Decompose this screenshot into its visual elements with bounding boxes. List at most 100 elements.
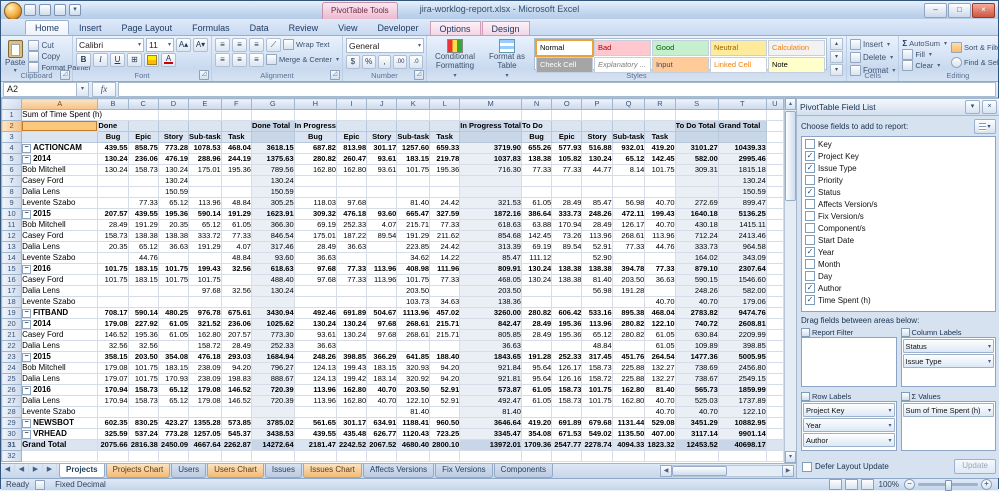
cell[interactable]: 5005.95 bbox=[718, 352, 766, 363]
cell[interactable]: 10439.33 bbox=[718, 143, 766, 154]
cell[interactable]: 132.27 bbox=[645, 363, 675, 374]
cell[interactable]: 113.96 bbox=[645, 231, 675, 242]
cell[interactable]: 3117.14 bbox=[675, 429, 718, 440]
cell[interactable] bbox=[766, 341, 783, 352]
font-size-combo[interactable]: 11▾ bbox=[146, 38, 174, 52]
accounting-format-button[interactable]: $ bbox=[346, 55, 360, 69]
cell[interactable]: 796.27 bbox=[251, 363, 294, 374]
cell[interactable] bbox=[367, 110, 397, 121]
cell[interactable]: 65.12 bbox=[612, 154, 645, 165]
row-header-15[interactable]: 15 bbox=[2, 264, 22, 275]
cell[interactable] bbox=[766, 319, 783, 330]
cell[interactable] bbox=[552, 297, 582, 308]
cell[interactable]: 138.38 bbox=[521, 154, 551, 165]
cell[interactable]: 61.05 bbox=[221, 220, 251, 231]
formula-input[interactable] bbox=[118, 82, 996, 97]
cell[interactable]: 40.70 bbox=[645, 198, 675, 209]
cell[interactable]: 2608.81 bbox=[718, 319, 766, 330]
row-header-6[interactable]: 6 bbox=[2, 165, 22, 176]
cell[interactable]: 150.59 bbox=[251, 187, 294, 198]
cell[interactable] bbox=[766, 143, 783, 154]
cell[interactable]: 40.70 bbox=[675, 407, 718, 418]
cell[interactable]: 158.73 bbox=[98, 231, 128, 242]
cell[interactable]: 101.75 bbox=[397, 275, 430, 286]
row-labels-box[interactable]: Project Key▾Year▾Author▾ bbox=[801, 401, 897, 451]
cell[interactable]: 138.38 bbox=[552, 264, 582, 275]
column-header-L[interactable]: L bbox=[430, 99, 460, 110]
cell[interactable]: 3101.27 bbox=[675, 143, 718, 154]
pivot-row-label[interactable]: Levente Szabo bbox=[22, 253, 98, 264]
area-field-status[interactable]: Status▾ bbox=[903, 339, 995, 353]
cell[interactable]: 65.12 bbox=[582, 330, 612, 341]
cell[interactable] bbox=[430, 341, 460, 352]
cell[interactable]: 565.73 bbox=[675, 385, 718, 396]
cell[interactable]: 162.80 bbox=[612, 396, 645, 407]
cell[interactable]: 130.24 bbox=[336, 319, 366, 330]
row-header-17[interactable]: 17 bbox=[2, 286, 22, 297]
cell[interactable] bbox=[552, 253, 582, 264]
cell[interactable]: 333.72 bbox=[189, 231, 222, 242]
cell[interactable]: 691.89 bbox=[552, 418, 582, 429]
row-header-3[interactable]: 3 bbox=[2, 132, 22, 143]
cell[interactable]: 130.24 bbox=[98, 154, 128, 165]
cell[interactable]: 36.63 bbox=[158, 242, 188, 253]
pivot-row-label[interactable]: −NEWSBOT bbox=[22, 418, 98, 429]
cell[interactable]: 723.25 bbox=[430, 429, 460, 440]
font-color-button[interactable]: A bbox=[161, 53, 176, 67]
pivot-row-label[interactable]: −2015 bbox=[22, 352, 98, 363]
field-checkbox[interactable]: ✓ bbox=[805, 187, 815, 197]
cell[interactable]: 268.61 bbox=[397, 319, 430, 330]
cell[interactable] bbox=[521, 407, 551, 418]
collapse-icon[interactable]: − bbox=[22, 144, 31, 153]
cell[interactable]: 394.78 bbox=[612, 264, 645, 275]
row-header-30[interactable]: 30 bbox=[2, 429, 22, 440]
cell[interactable]: 65.12 bbox=[158, 385, 188, 396]
decrease-decimal-button[interactable]: .0 bbox=[409, 55, 423, 69]
cell[interactable]: 191.28 bbox=[521, 352, 551, 363]
cell[interactable] bbox=[552, 176, 582, 187]
cell[interactable]: 130.24 bbox=[251, 176, 294, 187]
row-header-13[interactable]: 13 bbox=[2, 242, 22, 253]
cell[interactable]: 195.36 bbox=[221, 165, 251, 176]
cell[interactable]: 606.42 bbox=[552, 308, 582, 319]
cell[interactable]: 327.59 bbox=[430, 209, 460, 220]
pivot-subheader[interactable]: Sub-task bbox=[397, 132, 430, 143]
insert-function-button[interactable]: fx bbox=[92, 82, 116, 97]
pivot-col-header[interactable]: To Do bbox=[521, 121, 551, 132]
align-top-icon[interactable]: ≡ bbox=[215, 38, 230, 52]
cell[interactable]: 28.49 bbox=[582, 220, 612, 231]
row-header-10[interactable]: 10 bbox=[2, 209, 22, 220]
pivot-row-label[interactable]: −2014 bbox=[22, 154, 98, 165]
cell[interactable] bbox=[521, 297, 551, 308]
bold-button[interactable]: B bbox=[76, 53, 91, 67]
cell[interactable]: 34.63 bbox=[430, 297, 460, 308]
cell[interactable] bbox=[766, 363, 783, 374]
cell[interactable] bbox=[460, 110, 522, 121]
cell[interactable]: 665.47 bbox=[397, 209, 430, 220]
pivot-col-header[interactable] bbox=[128, 121, 158, 132]
cell[interactable]: 195.36 bbox=[430, 165, 460, 176]
cell[interactable]: 2075.66 bbox=[98, 440, 128, 451]
cell[interactable] bbox=[98, 286, 128, 297]
field-item-fix-version-s[interactable]: Fix Version/s bbox=[802, 210, 995, 222]
cell[interactable]: 288.96 bbox=[189, 154, 222, 165]
borders-button[interactable]: ⊞ bbox=[127, 53, 142, 67]
pivot-col-header[interactable] bbox=[221, 121, 251, 132]
cell[interactable]: 93.60 bbox=[251, 253, 294, 264]
cell[interactable] bbox=[128, 176, 158, 187]
increase-decimal-button[interactable]: .00 bbox=[393, 55, 407, 69]
cell[interactable]: 317.46 bbox=[251, 242, 294, 253]
cell[interactable]: 2816.38 bbox=[128, 440, 158, 451]
grow-font-button[interactable]: A▴ bbox=[176, 38, 191, 52]
ribbon-tab-insert[interactable]: Insert bbox=[69, 20, 112, 35]
sheet-tab-projects-chart[interactable]: Projects Chart bbox=[106, 464, 171, 478]
cell[interactable] bbox=[158, 341, 188, 352]
defer-layout-checkbox[interactable] bbox=[802, 462, 812, 472]
cell[interactable]: 407.00 bbox=[645, 429, 675, 440]
cell[interactable] bbox=[766, 110, 783, 121]
collapse-icon[interactable]: − bbox=[22, 155, 31, 164]
cell[interactable] bbox=[430, 286, 460, 297]
cell[interactable] bbox=[766, 407, 783, 418]
pivot-row-label[interactable]: −VRHEAD bbox=[22, 429, 98, 440]
zoom-slider[interactable] bbox=[918, 483, 978, 486]
